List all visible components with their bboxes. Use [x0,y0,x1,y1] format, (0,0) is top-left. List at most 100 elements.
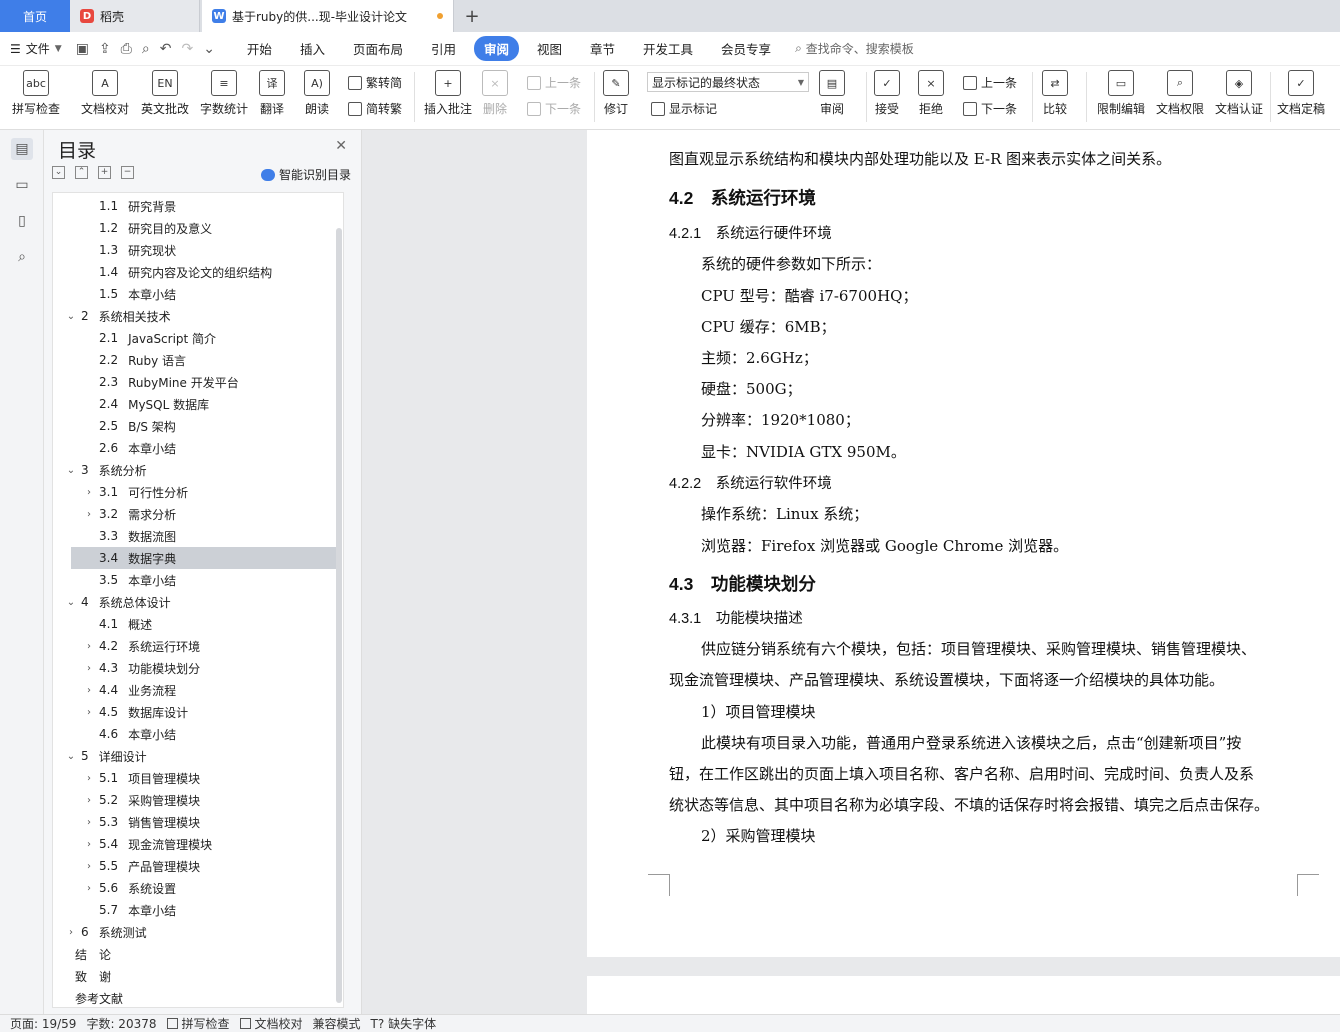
print-preview-icon[interactable]: ⌕ [142,41,150,57]
toc-item[interactable]: ⌄ 2 系统相关技术 [53,305,337,327]
missing-font[interactable]: T? 缺失字体 [371,1015,437,1032]
toc-item[interactable]: › 5.2 采购管理模块 [53,789,337,811]
doc-check-button[interactable]: A 文档校对 [81,70,129,117]
toc-item[interactable]: 2.4 MySQL 数据库 [53,393,337,415]
document-page[interactable]: 图直观显示系统结构和模块内部处理功能以及 E-R 图来表示实体之间关系。 4.2 … [587,130,1340,957]
toc-item[interactable]: › 5.6 系统设置 [53,877,337,899]
toc-item[interactable]: ⌄ 3 系统分析 [53,459,337,481]
customize-icon[interactable]: ⌄ [203,41,215,57]
chevron-right-icon[interactable]: › [83,663,95,674]
prev-change-button[interactable]: 上一条 [963,74,1017,91]
chevron-down-icon[interactable]: ⌄ [65,751,77,762]
toc-item[interactable]: › 4.5 数据库设计 [53,701,337,723]
doc-certify-button[interactable]: ◈ 文档认证 [1215,70,1263,117]
markup-state-select[interactable]: 显示标记的最终状态 ▼ [647,72,809,92]
toc-item[interactable]: 参考文献 [53,987,337,1007]
toc-item[interactable]: 结 论 [53,943,337,965]
chevron-right-icon[interactable]: › [65,927,77,938]
toc-item[interactable]: 4.6 本章小结 [53,723,337,745]
menu-tab-7[interactable]: 开发工具 [633,36,703,61]
add-level-icon[interactable]: + [98,166,111,179]
toc-item[interactable]: 3.3 数据流图 [53,525,337,547]
new-tab-button[interactable]: + [454,0,490,32]
review-pane-button[interactable]: ▤ 审阅 [819,70,845,117]
menu-tab-2[interactable]: 页面布局 [343,36,413,61]
insert-comment-button[interactable]: + 插入批注 [424,70,472,117]
menu-tab-3[interactable]: 引用 [421,36,466,61]
tab-home[interactable]: 首页 [0,0,70,32]
toc-item[interactable]: ⌄ 4 系统总体设计 [53,591,337,613]
chevron-right-icon[interactable]: › [83,839,95,850]
delete-comment-button[interactable]: × 删除 [482,70,508,117]
toc-item[interactable]: › 5.5 产品管理模块 [53,855,337,877]
accept-button[interactable]: ✓ 接受 [874,70,900,117]
menu-tab-4[interactable]: 审阅 [473,36,519,61]
toc-item[interactable]: 1.1 研究背景 [53,195,337,217]
chevron-right-icon[interactable]: › [83,817,95,828]
remove-level-icon[interactable]: − [121,166,134,179]
toc-item[interactable]: › 3.2 需求分析 [53,503,337,525]
chevron-right-icon[interactable]: › [83,707,95,718]
compare-button[interactable]: ⇄ 比较 [1042,70,1068,117]
chapter-nav-icon[interactable]: ▭ [11,174,33,196]
bookmark-icon[interactable]: ▯ [11,210,33,232]
collapse-all-icon[interactable]: ⌄ [52,166,65,179]
smart-toc-button[interactable]: 智能识别目录 [260,166,351,183]
toc-item[interactable]: › 6 系统测试 [53,921,337,943]
toc-item[interactable]: 2.2 Ruby 语言 [53,349,337,371]
close-icon[interactable]: ✕ [335,138,347,154]
spell-check-status[interactable]: 拼写检查 [166,1015,230,1032]
word-count-button[interactable]: ≡ 字数统计 [200,70,248,117]
file-menu[interactable]: ☰ 文件 ▼ [10,40,62,57]
tab-document[interactable]: W 基于ruby的供...现-毕业设计论文 [202,0,454,32]
track-changes-button[interactable]: ✎ 修订 [603,70,629,117]
prev-comment-button[interactable]: 上一条 [527,74,581,91]
next-comment-button[interactable]: 下一条 [527,100,581,117]
toc-panel-icon[interactable]: ▤ [11,138,33,160]
chevron-right-icon[interactable]: › [83,795,95,806]
trad-to-simp-button[interactable]: 繁转简 [348,74,402,91]
toc-item[interactable]: 1.3 研究现状 [53,239,337,261]
toc-item[interactable]: › 4.3 功能模块划分 [53,657,337,679]
doc-finalize-button[interactable]: ✓ 文档定稿 [1277,70,1325,117]
toc-item[interactable]: 2.1 JavaScript 简介 [53,327,337,349]
next-change-button[interactable]: 下一条 [963,100,1017,117]
toc-item[interactable]: 2.5 B/S 架构 [53,415,337,437]
toc-item[interactable]: 1.4 研究内容及论文的组织结构 [53,261,337,283]
toc-item[interactable]: 3.4 数据字典 [71,547,337,569]
toc-item[interactable]: › 5.3 销售管理模块 [53,811,337,833]
tab-daoke[interactable]: D 稻壳 [70,0,200,32]
page-indicator[interactable]: 页面: 19/59 [10,1015,76,1032]
toc-item[interactable]: › 5.4 现金流管理模块 [53,833,337,855]
chevron-right-icon[interactable]: › [83,861,95,872]
toc-item[interactable]: ⌄ 5 详细设计 [53,745,337,767]
toc-item[interactable]: › 4.2 系统运行环境 [53,635,337,657]
print-icon[interactable]: ⎙ [121,41,132,57]
export-icon[interactable]: ⇪ [99,41,111,57]
doc-permission-button[interactable]: ⌕ 文档权限 [1156,70,1204,117]
save-icon[interactable]: ▣ [76,41,89,57]
toc-item[interactable]: 4.1 概述 [53,613,337,635]
restrict-edit-button[interactable]: ▭ 限制编辑 [1097,70,1145,117]
english-correct-button[interactable]: EN 英文批改 [141,70,189,117]
spell-check-button[interactable]: abc 拼写检查 [12,70,60,117]
toc-item[interactable]: 2.3 RubyMine 开发平台 [53,371,337,393]
toc-item[interactable]: 3.5 本章小结 [53,569,337,591]
toc-item[interactable]: › 4.4 业务流程 [53,679,337,701]
chevron-right-icon[interactable]: › [83,487,95,498]
undo-icon[interactable]: ↶ [160,41,172,57]
translate-button[interactable]: 译翻译 [259,70,285,117]
toc-item[interactable]: › 3.1 可行性分析 [53,481,337,503]
chevron-down-icon[interactable]: ⌄ [65,597,77,608]
read-aloud-button[interactable]: A) 朗读 [304,70,330,117]
command-search[interactable]: ⌕ 查找命令、搜索模板 [795,40,914,57]
menu-tab-1[interactable]: 插入 [290,36,335,61]
menu-tab-8[interactable]: 会员专享 [711,36,781,61]
expand-up-icon[interactable]: ⌃ [75,166,88,179]
toc-item[interactable]: 致 谢 [53,965,337,987]
chevron-right-icon[interactable]: › [83,509,95,520]
chevron-down-icon[interactable]: ⌄ [65,311,77,322]
toc-scrollbar[interactable] [336,228,342,1003]
toc-item[interactable]: 1.2 研究目的及意义 [53,217,337,239]
toc-item[interactable]: › 5.1 项目管理模块 [53,767,337,789]
